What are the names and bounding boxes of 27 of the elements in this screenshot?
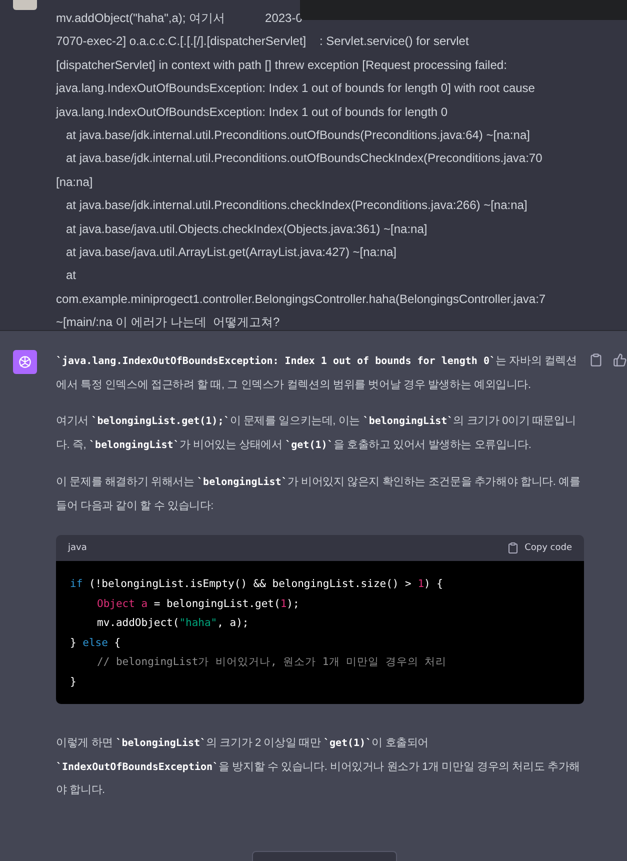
clipboard-icon[interactable] [589, 353, 603, 367]
copy-code-button[interactable]: Copy code [506, 542, 572, 554]
answer-paragraph: 이렇게 하면 `belongingList`의 크기가 2 이상일 때만 `get(1)`이 호출되어 `IndexOutOfBoundsException`을 방지할 수 있습니다. 비어있거나 원소가 1개 미만일 경우의 처리도 추가해야 합니다. [56, 736, 581, 798]
message-text-line: [na:na] [56, 174, 93, 191]
message-text-line: [dispatcherServlet] in context with path [] threw exception [Request processing failed: [56, 56, 507, 74]
message-text-line: at java.base/java.util.Objects.checkIndex(Objects.java:361) ~[na:na] [65, 220, 428, 238]
knot-logo-icon [17, 354, 33, 370]
message-text-line: 7070-exec-2] o.a.c.c.C.[.[.[/].[dispatcherServlet] : Servlet.service() for servlet [56, 33, 469, 50]
message-text-line: java.lang.IndexOutOfBoundsException: Index 1 out of bounds for length 0 [56, 104, 448, 121]
message-text-line: java.lang.IndexOutOfBoundsException: Index 1 out of bounds for length 0] with root cause [56, 80, 535, 98]
message-text-line: at java.base/java.util.ArrayList.get(ArrayList.java:427) ~[na:na] [65, 244, 397, 262]
thumbs-up-icon[interactable] [613, 353, 627, 367]
message-text-line: com.example.miniprogect1.controller.BelongingsController.haha(BelongingsController.java:7 [56, 290, 546, 308]
clipboard-icon[interactable] [506, 542, 519, 554]
message-text-line: at java.base/jdk.internal.util.Preconditions.outOfBounds(Preconditions.java:64) ~[na:na] [65, 127, 530, 144]
answer-paragraph: `java.lang.IndexOutOfBoundsException: Index 1 out of bounds for length 0`는 자바의 컬렉션에서 특정 인덱스에 접근하려 할 때, 그 인덱스가 컬렉션의 범위를 벗어날 경우 발생하는 예외입니다. [56, 354, 578, 392]
message-text-line: at [65, 267, 76, 284]
message-text-line: at java.base/jdk.internal.util.Preconditions.checkIndex(Preconditions.java:266) ~[na:na] [65, 197, 528, 214]
answer-paragraph: 이 문제를 해결하기 위해서는 `belongingList`가 비어있지 않은지 확인하는 조건문을 추가해야 합니다. 예를 들어 다음과 같이 할 수 있습니다: [56, 475, 582, 514]
message-text-line: at java.base/jdk.internal.util.Preconditions.outOfBoundsCheckIndex(Preconditions.java:70 [65, 150, 542, 168]
user-avatar [13, 0, 37, 10]
message-text-line: mv.addObject("haha",a); 여기서 [56, 10, 226, 27]
code-text: if (!belongingList.isEmpty() && belongingList.size() > 1) { Object a = belongingList.get(1); mv.addObject("haha", a); } else { // belongingList가 비어있거나, 원소가 1개 미만일 경우의 처리 } [56, 561, 584, 704]
answer-paragraph: 여기서 `belongingList.get(1);`이 문제를 일으키는데, 이는 `belongingList`의 크기가 0이기 때문입니다. 즉, `belongingList`가 비어있는 상태에서 `get(1)`을 호출하고 있어서 발생하는 오류입니다. [56, 414, 577, 452]
message-text-line: ~[main/:na 이 에러가 나는데 어떻게고쳐? [56, 314, 280, 332]
code-language-label: java [68, 543, 87, 553]
message-text-line: 2023-0 [265, 10, 302, 27]
